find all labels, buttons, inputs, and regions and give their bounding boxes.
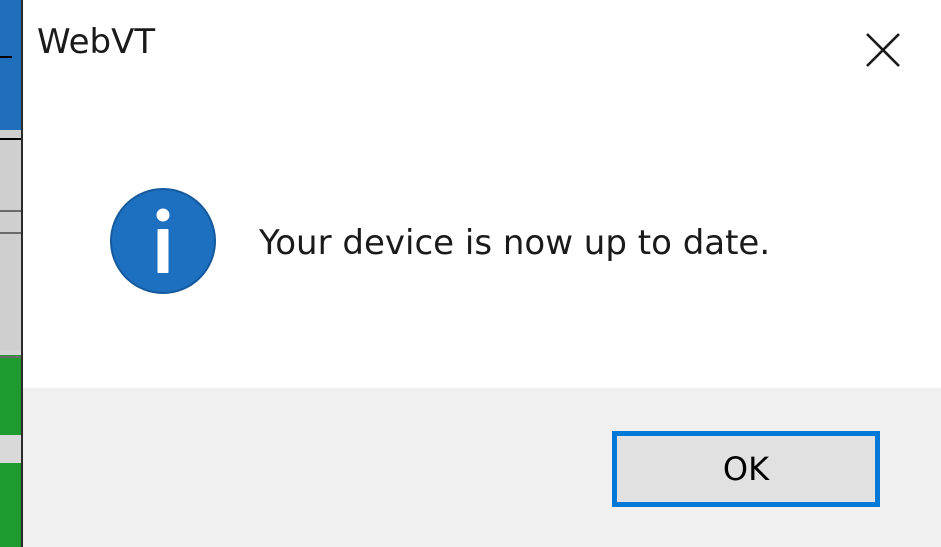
close-button[interactable]	[855, 22, 911, 78]
background-gray-segment	[0, 130, 21, 350]
background-window-strip	[0, 0, 21, 547]
dialog-content: Your device is now up to date.	[23, 96, 941, 388]
close-icon	[866, 33, 900, 67]
ok-button-label: OK	[722, 450, 770, 488]
ok-button[interactable]: OK	[612, 431, 880, 507]
background-divider	[0, 210, 21, 212]
screen: WebVT Your device is now up to date. OK	[0, 0, 941, 547]
title-bar: WebVT	[23, 0, 941, 96]
background-green-segment	[0, 355, 21, 435]
dialog-title: WebVT	[37, 22, 156, 62]
background-blue-segment	[0, 0, 21, 130]
background-divider	[0, 56, 12, 58]
background-green-segment	[0, 463, 21, 547]
dialog-footer: OK	[23, 388, 941, 547]
background-divider	[0, 138, 21, 140]
background-gray-segment	[0, 435, 21, 463]
information-icon	[110, 188, 216, 294]
message-dialog: WebVT Your device is now up to date. OK	[21, 0, 941, 547]
background-divider	[0, 232, 21, 234]
background-divider	[0, 356, 21, 358]
dialog-message: Your device is now up to date.	[259, 223, 771, 263]
